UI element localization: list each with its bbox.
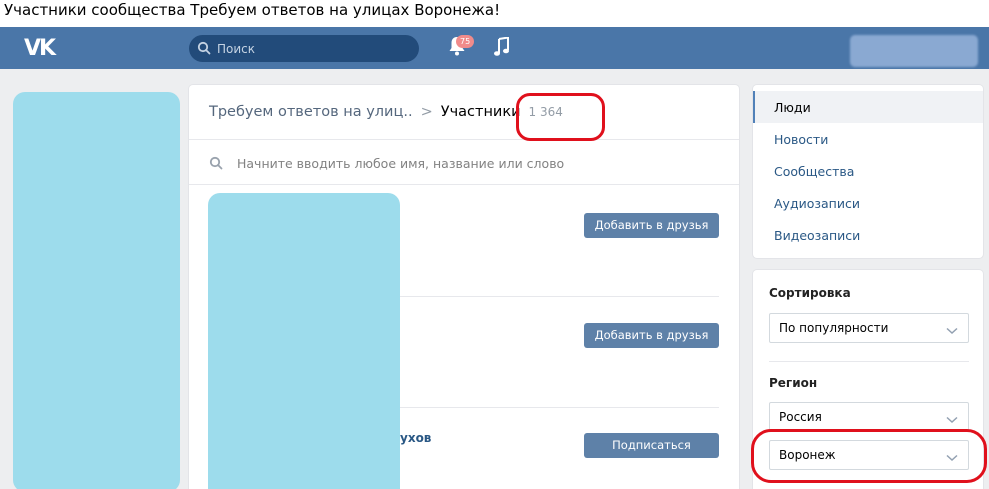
members-count: 1 364 [528, 105, 563, 119]
menu-item-audio[interactable]: Аудиозаписи [753, 187, 983, 219]
member-search-input[interactable] [237, 153, 717, 173]
menu-item-news[interactable]: Новости [753, 123, 983, 155]
country-select[interactable]: Россия [769, 402, 969, 432]
city-select-value: Воронеж [779, 448, 836, 462]
sort-select-value: По популярности [779, 321, 889, 335]
divider [769, 361, 969, 362]
chevron-down-icon [946, 451, 958, 465]
menu-item-video[interactable]: Видеозаписи [753, 219, 983, 251]
divider [189, 184, 739, 185]
add-friend-button[interactable]: Добавить в друзья [584, 323, 719, 348]
members-panel: Требуем ответов на улиц.. > Участники 1 364… [189, 85, 739, 489]
row-divider [400, 407, 719, 408]
filters-panel: Сортировка По популярности Регион Россия… [753, 270, 983, 489]
vk-logo[interactable]: VK [24, 36, 56, 61]
global-search-input[interactable] [217, 35, 412, 62]
breadcrumb-current: Участники [440, 104, 521, 120]
member-search[interactable] [209, 153, 719, 175]
search-category-menu: Люди Новости Сообщества Аудиозаписи Виде… [753, 85, 983, 258]
sort-select[interactable]: По популярности [769, 313, 969, 343]
row-divider [400, 296, 719, 297]
top-bar: VK 75 [0, 27, 989, 69]
blurred-member-photo [208, 193, 400, 489]
divider [189, 139, 739, 140]
global-search[interactable] [189, 35, 419, 62]
search-icon [209, 155, 223, 174]
menu-item-people[interactable]: Люди [753, 91, 983, 123]
chevron-down-icon [946, 413, 958, 427]
search-icon [197, 40, 211, 59]
user-profile-menu[interactable] [850, 35, 978, 67]
window-title: Участники сообщества Требуем ответов на … [0, 0, 989, 27]
city-select[interactable]: Воронеж [769, 440, 969, 470]
country-select-value: Россия [779, 410, 822, 424]
chevron-right-icon: > [420, 104, 433, 120]
notifications-badge: 75 [456, 35, 475, 48]
music-icon[interactable] [494, 36, 510, 61]
chevron-down-icon [946, 324, 958, 338]
breadcrumb-group-link[interactable]: Требуем ответов на улиц.. [209, 104, 413, 120]
subscribe-button[interactable]: Подписаться [584, 433, 719, 458]
member-name[interactable]: ухов [400, 431, 431, 445]
blurred-left-block [13, 92, 180, 489]
menu-item-communities[interactable]: Сообщества [753, 155, 983, 187]
region-title: Регион [769, 376, 818, 390]
breadcrumb: Требуем ответов на улиц.. > Участники 1 364 [209, 104, 563, 120]
sort-title: Сортировка [769, 286, 851, 300]
add-friend-button[interactable]: Добавить в друзья [584, 213, 719, 238]
